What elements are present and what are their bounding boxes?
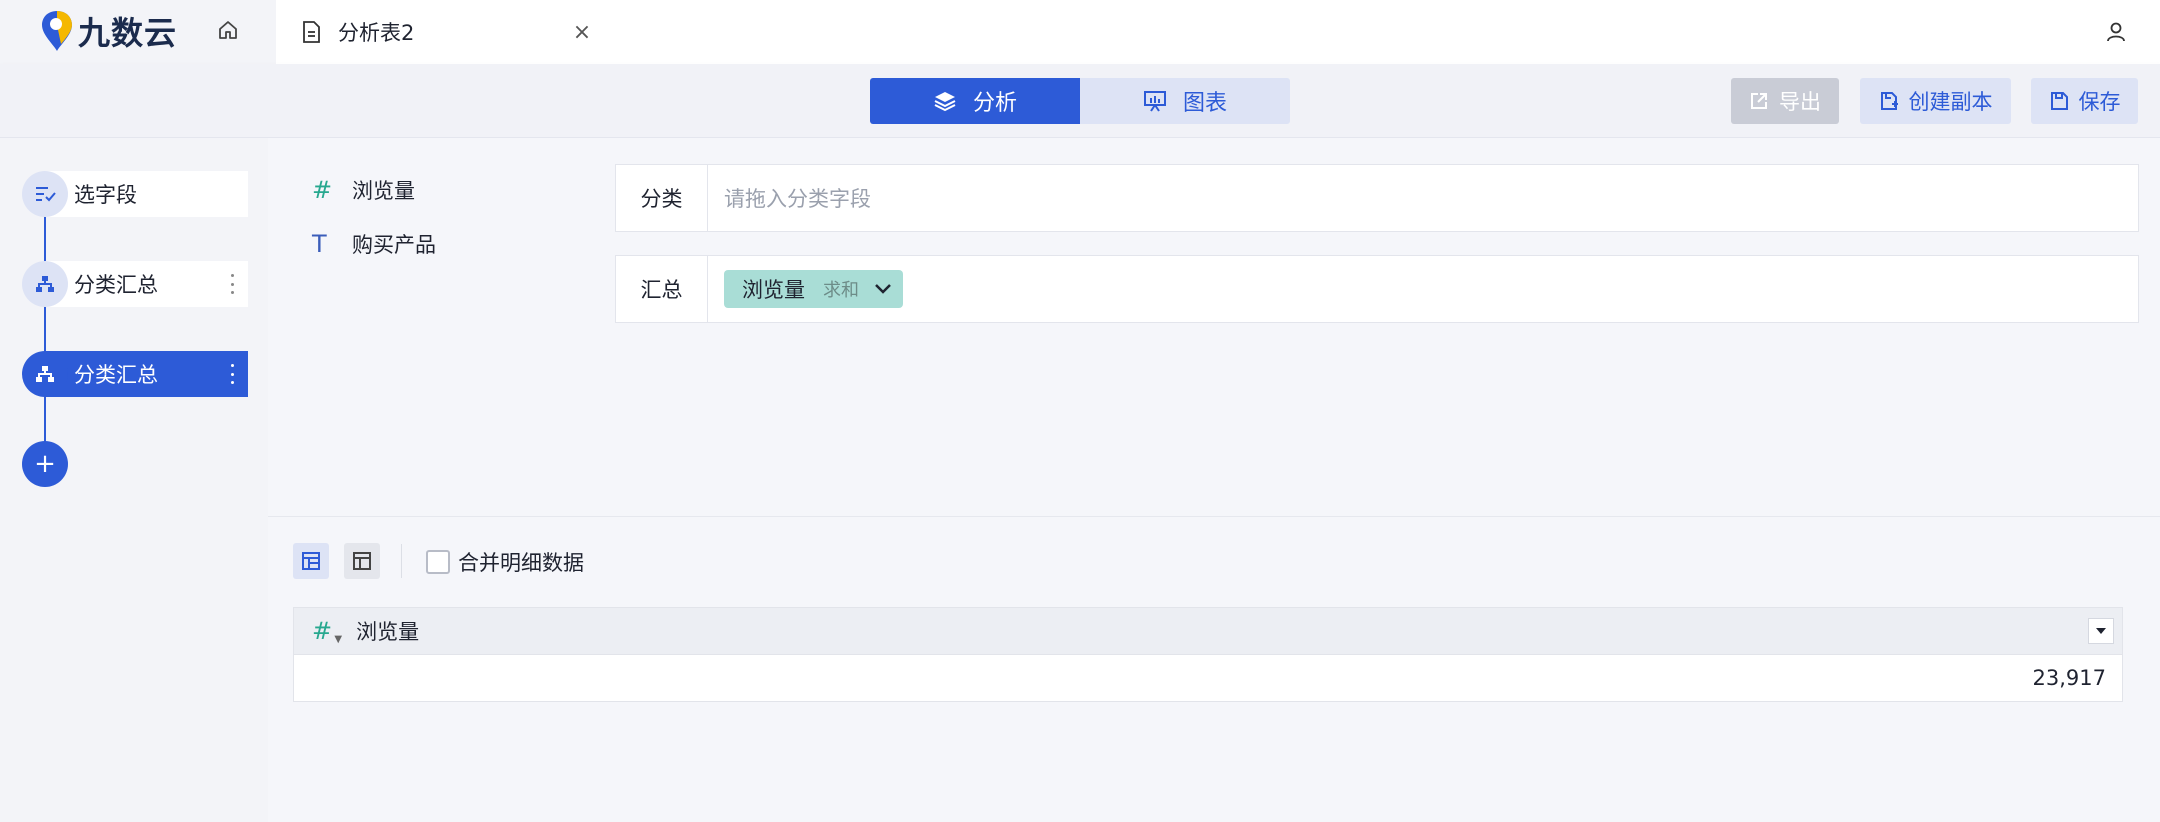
main-content: # 浏览量 T 购买产品 分类 请拖入分类字段 汇总 浏览量 求和 合并明细数据…	[268, 138, 2160, 822]
app-brand-name: 九数云	[78, 14, 178, 52]
category-placeholder: 请拖入分类字段	[724, 187, 871, 211]
number-type-icon[interactable]: # ▼	[312, 617, 342, 645]
step-group-summary-2[interactable]: 分类汇总	[22, 351, 248, 397]
mode-analysis-button[interactable]: 分析	[870, 78, 1080, 124]
document-icon	[298, 19, 324, 45]
result-table: # ▼ 浏览量 23,917	[293, 607, 2123, 702]
user-icon	[2107, 22, 2125, 42]
text-type-icon: T	[312, 230, 327, 258]
step-group-summary-1[interactable]: 分类汇总	[22, 261, 248, 307]
group-summary-icon	[22, 261, 68, 307]
category-label: 分类	[616, 165, 708, 231]
app-logo[interactable]: 九数云	[40, 6, 177, 56]
merge-detail-checkbox[interactable]	[426, 550, 450, 574]
table-header: # ▼ 浏览量	[293, 607, 2123, 655]
field-name: 购买产品	[352, 233, 436, 257]
create-copy-label: 创建副本	[1908, 90, 1993, 114]
table-view-icon	[302, 552, 320, 570]
step-select-fields[interactable]: 选字段	[22, 171, 248, 217]
select-fields-icon	[22, 171, 68, 217]
copy-save-icon	[1879, 91, 1899, 111]
merge-detail-toggle[interactable]: 合并明细数据	[426, 548, 584, 576]
tab-label: 分析表2	[338, 21, 415, 45]
chevron-down-icon[interactable]	[873, 282, 893, 296]
save-button[interactable]: 保存	[2031, 78, 2138, 124]
tab-analysis-sheet[interactable]: 分析表2 ×	[276, 0, 606, 64]
caret-down-icon	[2096, 628, 2106, 634]
create-copy-button[interactable]: 创建副本	[1860, 78, 2011, 124]
export-label: 导出	[1779, 90, 1821, 114]
step-label: 分类汇总	[74, 363, 158, 387]
save-label: 保存	[2078, 90, 2121, 114]
more-vertical-icon[interactable]	[226, 269, 238, 299]
mode-analysis-label: 分析	[972, 91, 1017, 116]
group-summary-icon	[22, 351, 68, 397]
chip-field-name: 浏览量	[742, 278, 805, 302]
toolbar: 分析 图表 导出 创建副本 保存	[0, 64, 2160, 138]
toolbar-separator	[401, 544, 402, 578]
merge-detail-label: 合并明细数据	[458, 551, 584, 575]
category-dropzone[interactable]: 分类 请拖入分类字段	[615, 164, 2139, 232]
table-row: 23,917	[293, 655, 2123, 702]
mode-chart-button[interactable]: 图表	[1080, 78, 1290, 124]
mode-chart-label: 图表	[1182, 91, 1227, 116]
home-button[interactable]	[210, 12, 246, 48]
chip-aggregation: 求和	[823, 280, 859, 301]
section-divider	[268, 516, 2160, 517]
field-name: 浏览量	[352, 179, 415, 203]
summary-dropzone[interactable]: 汇总 浏览量 求和	[615, 255, 2139, 323]
tab-strip-fill	[606, 0, 2160, 64]
field-item[interactable]: # 浏览量	[312, 170, 415, 210]
presentation-chart-icon	[1143, 90, 1167, 112]
logo-icon	[40, 9, 74, 53]
layers-icon	[933, 90, 957, 112]
step-sidebar: 选字段 分类汇总 分类汇总 +	[0, 138, 268, 822]
number-type-icon: #	[312, 176, 333, 204]
add-step-button[interactable]: +	[22, 441, 68, 487]
step-connector-line	[44, 194, 46, 464]
user-button[interactable]	[2096, 12, 2136, 52]
export-button[interactable]: 导出	[1731, 78, 1839, 124]
summary-field-chip[interactable]: 浏览量 求和	[724, 270, 903, 308]
step-label: 分类汇总	[74, 273, 158, 297]
column-menu-button[interactable]	[2088, 618, 2114, 644]
external-link-icon	[1749, 91, 1769, 111]
save-icon	[2049, 91, 2069, 111]
more-vertical-icon[interactable]	[226, 359, 238, 389]
top-bar: 九数云 分析表2 ×	[0, 0, 2160, 64]
layout-icon	[353, 552, 371, 570]
step-label: 选字段	[74, 183, 137, 207]
field-item[interactable]: T 购买产品	[312, 224, 436, 264]
table-cell: 23,917	[2032, 666, 2106, 690]
column-header-label: 浏览量	[356, 620, 420, 644]
home-icon	[219, 21, 237, 39]
pivot-view-button[interactable]	[344, 543, 380, 579]
close-icon[interactable]: ×	[566, 16, 598, 48]
table-view-button[interactable]	[293, 543, 329, 579]
summary-label: 汇总	[616, 256, 708, 322]
